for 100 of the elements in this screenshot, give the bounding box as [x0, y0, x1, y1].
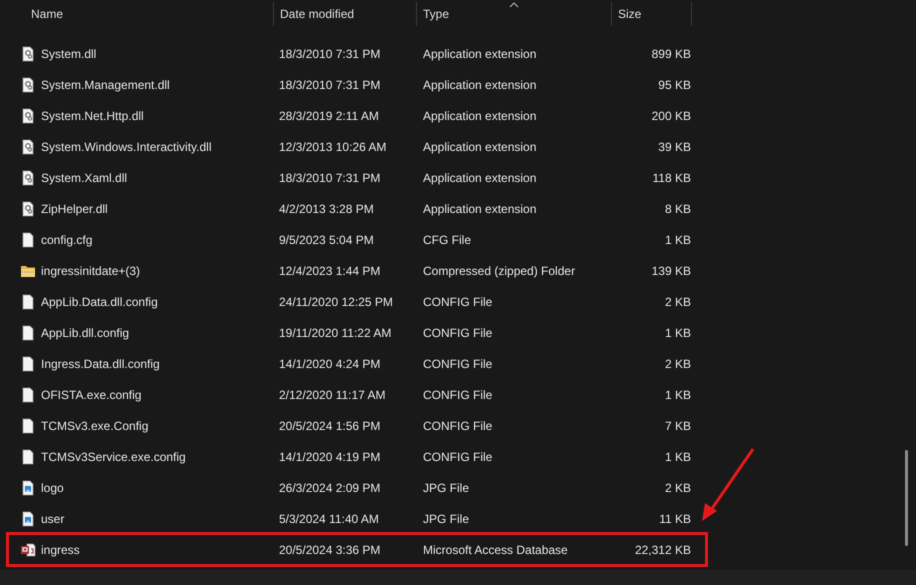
size-cell-text: 118 KB — [652, 170, 692, 184]
date-cell-text: 26/3/2024 2:09 PM — [278, 480, 382, 494]
date-cell-text: 20/5/2024 1:56 PM — [278, 418, 382, 432]
size-cell-text: 2 KB — [664, 356, 692, 370]
file-row[interactable]: logo 26/3/2024 2:09 PM JPG File 2 KB — [6, 472, 708, 503]
size-cell-text: 2 KB — [664, 294, 692, 308]
file-name: AppLib.Data.dll.config — [41, 294, 158, 308]
type-cell-text: Application extension — [422, 140, 538, 154]
size-cell-text: 11 KB — [658, 512, 692, 526]
file-row[interactable]: Ingress.Data.dll.config 14/1/2020 4:24 PM CONFIG File 2 KB — [6, 348, 708, 379]
date-cell-text: 5/3/2024 11:40 AM — [278, 512, 380, 526]
file-name: user — [41, 512, 64, 526]
type-cell-text: CONFIG File — [422, 388, 494, 402]
size-cell-text: 1 KB — [664, 388, 692, 402]
type-cell-text: Microsoft Access Database — [422, 542, 569, 556]
date-cell-text: 14/1/2020 4:19 PM — [278, 450, 382, 464]
type-cell-text: CONFIG File — [422, 356, 494, 370]
file-name: ZipHelper.dll — [41, 202, 108, 216]
file-icon — [20, 294, 36, 310]
file-row[interactable]: System.dll 18/3/2010 7:31 PM Application extension 899 KB — [6, 38, 708, 69]
type-cell-text: CONFIG File — [422, 450, 494, 464]
file-row[interactable]: System.Windows.Interactivity.dll 12/3/2013 10:26 AM Application extension 39 KB — [6, 131, 708, 162]
file-name: ingress — [41, 542, 80, 556]
date-cell-text: 18/3/2010 7:31 PM — [278, 78, 382, 92]
date-cell-text: 2/12/2020 11:17 AM — [278, 388, 387, 402]
type-cell-text: CONFIG File — [422, 326, 494, 340]
file-name: TCMSv3Service.exe.config — [41, 450, 186, 464]
gear-file-icon — [20, 46, 36, 62]
date-cell-text: 12/4/2023 1:44 PM — [278, 264, 382, 278]
date-cell-text: 12/3/2013 10:26 AM — [278, 140, 388, 154]
type-cell-text: CONFIG File — [422, 294, 494, 308]
size-cell-text: 200 KB — [650, 108, 692, 122]
file-row[interactable]: ZipHelper.dll 4/2/2013 3:28 PM Application extension 8 KB — [6, 193, 708, 224]
type-cell-text: Application extension — [422, 46, 538, 60]
file-row[interactable]: AppLib.Data.dll.config 24/11/2020 12:25 PM CONFIG File 2 KB — [6, 286, 708, 317]
file-name: System.Windows.Interactivity.dll — [41, 140, 212, 154]
type-cell-text: JPG File — [422, 480, 470, 494]
type-cell-text: Application extension — [422, 202, 538, 216]
file-name: AppLib.dll.config — [41, 326, 130, 340]
file-icon — [20, 356, 36, 372]
date-cell-text: 4/2/2013 3:28 PM — [278, 202, 375, 216]
date-cell-text: 24/11/2020 12:25 PM — [278, 294, 394, 308]
scrollbar-thumb[interactable] — [905, 450, 908, 546]
date-cell-text: 18/3/2010 7:31 PM — [278, 46, 382, 60]
type-cell-text: Application extension — [422, 78, 538, 92]
gear-file-icon — [20, 200, 36, 216]
image-file-icon — [20, 510, 36, 526]
file-name: config.cfg — [41, 232, 92, 246]
file-name: System.Management.dll — [41, 78, 170, 92]
size-cell-text: 1 KB — [664, 232, 692, 246]
file-row[interactable]: ingressinitdate+(3) 12/4/2023 1:44 PM Compressed (zipped) Folder 139 KB — [6, 255, 708, 286]
size-cell-text: 8 KB — [664, 202, 692, 216]
date-cell-text: 19/11/2020 11:22 AM — [278, 326, 392, 340]
file-row[interactable]: config.cfg 9/5/2023 5:04 PM CFG File 1 KB — [6, 224, 708, 255]
size-cell-text: 95 KB — [657, 78, 692, 92]
column-header[interactable]: Size — [612, 2, 692, 26]
gear-file-icon — [20, 76, 36, 92]
type-cell-text: Compressed (zipped) Folder — [422, 264, 576, 278]
column-header[interactable]: Date modified — [273, 2, 417, 26]
image-file-icon — [20, 480, 36, 496]
size-cell-text: 39 KB — [657, 140, 692, 154]
size-cell-text: 139 KB — [650, 264, 692, 278]
column-header[interactable]: Type — [417, 2, 612, 26]
type-cell-text: JPG File — [422, 512, 470, 526]
file-icon — [20, 386, 36, 402]
size-cell-text: 899 KB — [650, 46, 692, 60]
date-cell-text: 9/5/2023 5:04 PM — [278, 232, 375, 246]
column-header[interactable]: Name — [6, 2, 273, 26]
file-name: System.Xaml.dll — [41, 170, 128, 184]
file-icon — [20, 324, 36, 340]
file-row[interactable]: TCMSv3Service.exe.config 14/1/2020 4:19 PM CONFIG File 1 KB — [6, 441, 708, 472]
type-cell-text: Application extension — [422, 170, 538, 184]
type-cell-text: CONFIG File — [422, 418, 494, 432]
file-name: OFISTA.exe.config — [41, 388, 142, 402]
date-cell-text: 28/3/2019 2:11 AM — [278, 108, 380, 122]
file-row[interactable]: OFISTA.exe.config 2/12/2020 11:17 AM CONFIG File 1 KB — [6, 379, 708, 410]
size-cell-text: 1 KB — [664, 450, 692, 464]
file-row[interactable]: AppLib.dll.config 19/11/2020 11:22 AM CONFIG File 1 KB — [6, 317, 708, 348]
type-cell-text: CFG File — [422, 232, 472, 246]
date-cell-text: 14/1/2020 4:24 PM — [278, 356, 382, 370]
file-row[interactable]: System.Management.dll 18/3/2010 7:31 PM Application extension 95 KB — [6, 69, 708, 100]
file-name: ingressinitdate+(3) — [41, 264, 140, 278]
date-cell-text: 20/5/2024 3:36 PM — [278, 542, 382, 556]
file-icon — [20, 418, 36, 434]
size-cell-text: 2 KB — [664, 480, 692, 494]
size-cell-text: 22,312 KB — [634, 542, 692, 556]
highlight-box[interactable]: ingress 20/5/2024 3:36 PM Microsoft Access Database 22,312 KB — [6, 532, 708, 567]
file-row[interactable]: TCMSv3.exe.Config 20/5/2024 1:56 PM CONFIG File 7 KB — [6, 410, 708, 441]
file-icon — [20, 232, 36, 248]
database-file-icon — [20, 542, 36, 558]
file-name: logo — [41, 480, 64, 494]
gear-file-icon — [20, 170, 36, 186]
file-row[interactable]: System.Net.Http.dll 28/3/2019 2:11 AM Application extension 200 KB — [6, 100, 708, 131]
file-name: TCMSv3.exe.Config — [41, 418, 148, 432]
file-row[interactable]: user 5/3/2024 11:40 AM JPG File 11 KB — [6, 503, 708, 534]
file-name: System.Net.Http.dll — [41, 108, 144, 122]
size-cell-text: 1 KB — [664, 326, 692, 340]
file-row[interactable]: System.Xaml.dll 18/3/2010 7:31 PM Application extension 118 KB — [6, 162, 708, 193]
size-cell-text: 7 KB — [664, 418, 692, 432]
date-cell-text: 18/3/2010 7:31 PM — [278, 170, 382, 184]
